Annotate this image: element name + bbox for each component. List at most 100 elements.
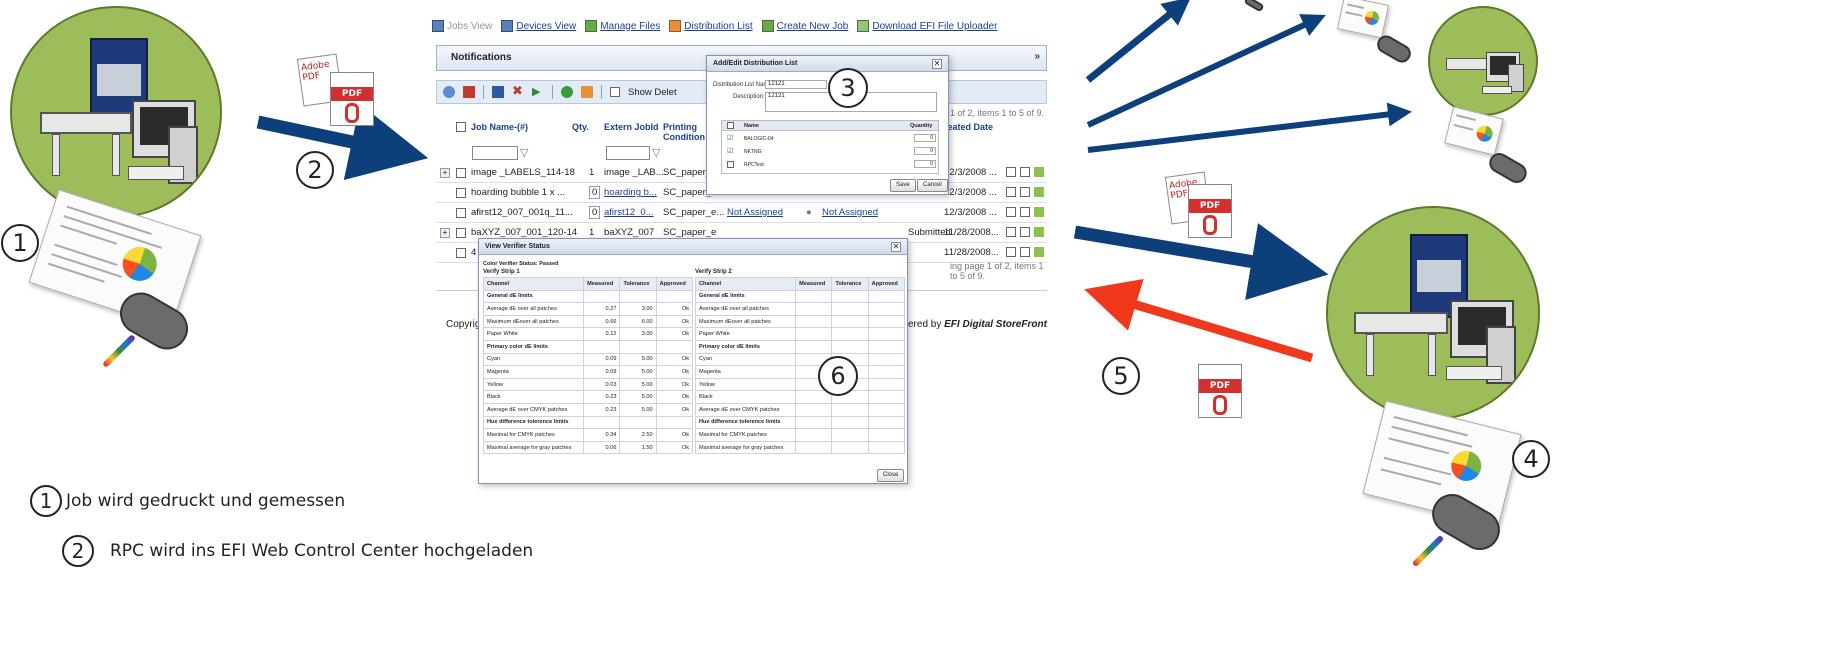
select-all-checkbox[interactable] xyxy=(727,122,734,129)
row-checkbox[interactable] xyxy=(456,248,466,258)
upload-icon[interactable] xyxy=(581,86,593,98)
table-row: Maximal for CMYK patches 0.34 2.50 Ok xyxy=(482,428,694,442)
arrow-to-station-4 xyxy=(1073,223,1329,301)
expand-icon[interactable]: + xyxy=(440,228,450,238)
save-icon[interactable] xyxy=(492,86,504,98)
pie-chart-icon xyxy=(118,242,162,286)
tag-icon[interactable] xyxy=(1034,187,1044,197)
show-deleted-checkbox[interactable] xyxy=(610,87,620,97)
refresh-icon[interactable] xyxy=(443,86,455,98)
table-row: Cyan xyxy=(694,352,906,367)
filter-job-name[interactable] xyxy=(472,146,518,160)
close-icon[interactable]: ✕ xyxy=(932,59,942,69)
table-row: Primary color dE limits xyxy=(694,339,906,354)
step-6-marker: 6 xyxy=(818,356,858,396)
distribution-icon xyxy=(669,20,682,32)
print-station-4 xyxy=(1326,206,1540,420)
checked-icon[interactable]: ☑ xyxy=(727,147,733,155)
collapse-icon[interactable]: » xyxy=(1034,51,1040,62)
table-row: Yellow xyxy=(694,377,906,392)
pdf-icon: PDF xyxy=(330,72,374,126)
col-qty[interactable]: Qty. xyxy=(572,122,589,132)
table-row: Yellow 0.03 5.00 Ok xyxy=(482,377,694,392)
tag-icon[interactable] xyxy=(1034,167,1044,177)
table-row: Primary color dE limits xyxy=(482,339,694,354)
row-checkbox[interactable] xyxy=(727,161,734,168)
row-checkbox[interactable] xyxy=(456,188,466,198)
table-row: Average dE over CMYK patches xyxy=(694,402,906,417)
nav-manage-files[interactable]: Manage Files xyxy=(585,20,660,32)
checked-icon[interactable]: ☑ xyxy=(727,134,733,142)
cancel-button[interactable]: Cancel xyxy=(917,179,948,192)
copy-icon[interactable] xyxy=(1020,247,1030,257)
table-row[interactable]: afirst12_007_001q_11... 0 afirst12_0... … xyxy=(436,204,1047,223)
nav-distribution-list[interactable]: Distribution List xyxy=(669,20,753,32)
expand-icon[interactable]: + xyxy=(440,168,450,178)
legend-2-text: RPC wird ins EFI Web Control Center hoch… xyxy=(110,541,534,561)
table-row: Average dE over all patches xyxy=(694,302,906,316)
select-all-checkbox[interactable] xyxy=(456,122,466,132)
row-action-icons[interactable] xyxy=(1006,227,1016,237)
row-checkbox[interactable] xyxy=(456,208,466,218)
filter-icon[interactable]: ▽ xyxy=(520,146,528,159)
tag-icon[interactable] xyxy=(1034,207,1044,217)
copy-icon[interactable] xyxy=(1020,187,1030,197)
row-action-icons[interactable] xyxy=(1006,167,1016,177)
row-action-icons[interactable] xyxy=(1006,247,1016,257)
delete-icon[interactable]: ✖ xyxy=(512,85,524,98)
add-icon[interactable] xyxy=(561,86,573,98)
col-extern-jobid[interactable]: Extern JobId xyxy=(604,122,659,132)
save-button[interactable]: Save xyxy=(890,179,916,192)
status-dot-icon: ● xyxy=(806,207,812,218)
strip-2-table: Channel Measured Tolerance Approved Gene… xyxy=(694,277,906,455)
copy-icon[interactable] xyxy=(1020,227,1030,237)
keyboard-icon xyxy=(128,166,184,180)
jobs-icon xyxy=(432,20,444,32)
arrow-dist-3 xyxy=(1087,102,1412,153)
export-icon[interactable] xyxy=(463,86,475,98)
row-checkbox[interactable] xyxy=(456,168,466,178)
nav-download-uploader[interactable]: Download EFI File Uploader xyxy=(857,20,997,32)
arrow-upload xyxy=(256,103,429,181)
list-item[interactable]: ☑ NKTNG 0 xyxy=(722,146,938,158)
table-row: General dE limits xyxy=(482,289,694,304)
col-printing[interactable]: Printing xyxy=(663,122,697,132)
filter-icon[interactable]: ▽ xyxy=(652,146,660,159)
footer-brand: EFI Digital StoreFront xyxy=(944,319,1047,330)
tag-icon[interactable] xyxy=(1034,247,1044,257)
copy-icon[interactable] xyxy=(1020,167,1030,177)
table-row: Hue difference tolerence limits xyxy=(482,415,694,430)
row-action-icons[interactable] xyxy=(1006,187,1016,197)
legend-1-marker: 1 xyxy=(30,485,62,517)
new-job-icon xyxy=(761,20,774,32)
play-icon[interactable]: ▶ xyxy=(532,86,544,98)
pdf-icon: PDF xyxy=(1188,184,1232,238)
close-icon[interactable]: ✕ xyxy=(891,242,901,252)
legend-1-text: Job wird gedruckt und gemessen xyxy=(66,491,346,511)
devices-icon xyxy=(501,20,514,32)
strip-2-title: Verify Strip 2 xyxy=(695,269,732,275)
list-item[interactable]: ☑ BALOGIC-04 0 xyxy=(722,133,938,145)
distribution-name-input[interactable]: 12121 xyxy=(765,80,827,89)
arrow-dist-top xyxy=(1085,0,1191,83)
nav-create-new-job[interactable]: Create New Job xyxy=(761,20,848,32)
nav-jobs-view[interactable]: Jobs View xyxy=(432,20,492,32)
table-row: Magenta xyxy=(694,365,906,379)
filter-extern-jobid[interactable] xyxy=(606,146,650,160)
copy-icon[interactable] xyxy=(1020,207,1030,217)
table-row: Maximal for CMYK patches xyxy=(694,428,906,442)
row-action-icons[interactable] xyxy=(1006,207,1016,217)
col-job-name[interactable]: Job Name-(#) xyxy=(471,122,528,132)
print-station-remote-small xyxy=(1428,6,1538,116)
table-row: Average dE over CMYK patches 0.23 5.00 Ok xyxy=(482,402,694,417)
close-button[interactable]: Close xyxy=(877,469,905,482)
col-created-date[interactable]: reated Date xyxy=(944,122,993,132)
files-icon xyxy=(585,20,598,32)
nav-devices-view[interactable]: Devices View xyxy=(501,20,576,32)
tag-icon[interactable] xyxy=(1034,227,1044,237)
table-row: Maximal average for gray patches xyxy=(694,440,906,455)
row-checkbox[interactable] xyxy=(456,228,466,238)
list-item[interactable]: RPCTest 0 xyxy=(722,159,938,171)
step-4-marker: 4 xyxy=(1512,440,1550,478)
dialog-title: Add/Edit Distribution List xyxy=(707,56,948,72)
